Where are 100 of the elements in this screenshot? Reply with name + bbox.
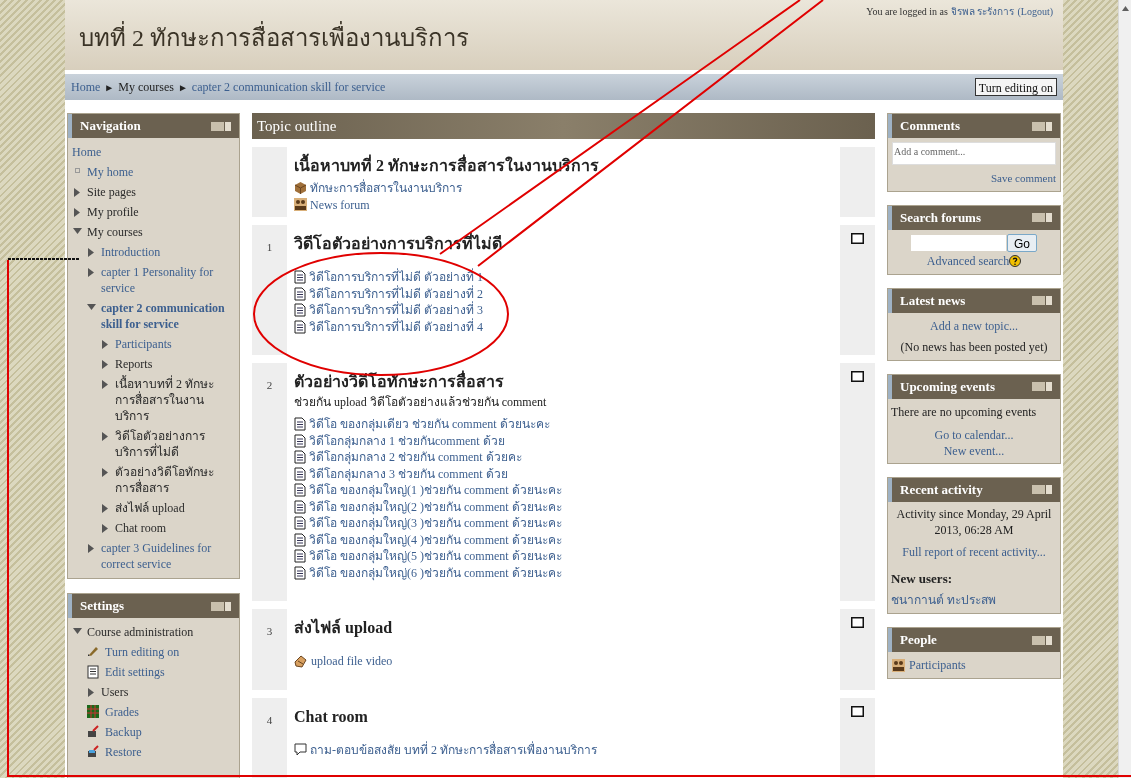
participants-link[interactable]: Participants xyxy=(909,656,966,674)
add-topic-link[interactable]: Add a new topic... xyxy=(930,316,1018,335)
box-arrow-icon xyxy=(86,745,100,758)
breadcrumb-separator: ► xyxy=(104,80,115,95)
nav-item[interactable]: My courses xyxy=(87,224,143,240)
nav-item[interactable]: Course administration xyxy=(87,624,194,640)
nav-item[interactable]: My home xyxy=(87,164,134,180)
activity-link[interactable]: วิดีโอ ของกลุ่มใหญ่(1 )ช่วยกัน comment ด้วยนะคะ xyxy=(309,482,562,499)
section-number: 2 xyxy=(266,379,273,391)
collapsed-arrow-icon[interactable] xyxy=(102,360,108,369)
event-link[interactable]: Go to calendar... xyxy=(934,426,1014,443)
nav-item[interactable]: Chat room xyxy=(115,520,166,536)
search-field[interactable] xyxy=(911,234,1006,251)
nav-item[interactable]: Grades xyxy=(105,704,139,720)
activity-link[interactable]: วิดีโอการบริการที่ไม่ดี ตัวอย่างที่ 4 xyxy=(309,318,483,335)
block-title: Comments xyxy=(900,117,960,136)
activity-link[interactable]: วิดีโอกลุ่มกลาง 3 ช่วยกัน comment ด้วย xyxy=(309,465,508,482)
activity-link[interactable]: ทักษะการสื่อสารในงานบริการ xyxy=(310,180,462,197)
nav-item[interactable]: Backup xyxy=(105,724,142,740)
block-title: Recent activity xyxy=(900,480,983,499)
box-arrow-icon xyxy=(86,725,100,738)
activity-link[interactable]: วิดีโอกลุ่มกลาง 1 ช่วยกันcomment ด้วย xyxy=(309,432,505,449)
document-icon xyxy=(294,499,306,514)
user-link[interactable]: ชนากานต์ ทะประสพ xyxy=(891,593,996,607)
activity-link[interactable]: วิดีโอการบริการที่ไม่ดี ตัวอย่างที่ 3 xyxy=(309,302,483,319)
dock-icon xyxy=(1032,485,1052,494)
breadcrumb-item[interactable]: Home xyxy=(71,78,101,96)
collapsed-arrow-icon[interactable] xyxy=(88,248,94,257)
nav-item[interactable]: Users xyxy=(101,684,129,700)
collapsed-arrow-icon[interactable] xyxy=(74,208,80,217)
bullet-icon xyxy=(74,168,80,173)
comment-field[interactable]: Add a comment... xyxy=(892,142,1056,165)
nav-item[interactable]: Edit settings xyxy=(105,664,165,680)
nav-item[interactable]: Home xyxy=(72,144,102,160)
activity-link[interactable]: วิดีโอ ของกลุ่มเดียว ช่วยกัน comment ด้วยนะคะ xyxy=(309,416,550,433)
full-report-link[interactable]: Full report of recent activity... xyxy=(902,542,1046,561)
activity-since-text: Activity since Monday, 29 April 2013, 06:28 AM xyxy=(895,505,1053,538)
nav-item[interactable]: เนื้อหาบทที่ 2 ทักษะการสื่อสารในงานบริการ xyxy=(115,376,233,424)
highlight-toggle-icon xyxy=(851,371,864,382)
section-title: ส่งไฟล์ upload xyxy=(294,617,394,639)
block-title: Upcoming events xyxy=(900,377,995,396)
activity-link[interactable]: ถาม-ตอบข้อสงสัย บทที่ 2 ทักษะการสื่อสารเพื่องานบริการ xyxy=(310,741,597,758)
advanced-search-link[interactable]: Advanced search xyxy=(926,251,1010,270)
block-title: Latest news xyxy=(900,291,966,310)
nav-item[interactable]: capter 3 Guidelines for correct service xyxy=(101,540,233,572)
activity-link[interactable]: วิดีโอการบริการที่ไม่ดี ตัวอย่างที่ 2 xyxy=(309,285,483,302)
document-icon xyxy=(294,319,306,334)
collapsed-arrow-icon[interactable] xyxy=(74,188,80,197)
no-events-text: There are no upcoming events xyxy=(891,403,1038,421)
activity-link[interactable]: วิดีโอ ของกลุ่มใหญ่(5 )ช่วยกัน comment ด้วยนะคะ xyxy=(309,548,562,565)
collapsed-arrow-icon[interactable] xyxy=(102,504,108,513)
collapsed-arrow-icon[interactable] xyxy=(102,524,108,533)
nav-item[interactable]: My profile xyxy=(87,204,139,220)
activity-link[interactable]: วิดีโอ ของกลุ่มใหญ่(4 )ช่วยกัน comment ด้วยนะคะ xyxy=(309,531,562,548)
user-link[interactable]: จิรพล ระรังการ xyxy=(950,4,1015,19)
no-news-text: (No news has been posted yet) xyxy=(900,338,1048,356)
activity-link[interactable]: วิดีโอ ของกลุ่มใหญ่(3 )ช่วยกัน comment ด้วยนะคะ xyxy=(309,515,562,532)
nav-item[interactable]: Site pages xyxy=(87,184,136,200)
logout-link[interactable]: (Logout) xyxy=(1017,4,1053,19)
activity-link[interactable]: upload file video xyxy=(311,653,393,670)
nav-item[interactable]: ส่งไฟล์ upload xyxy=(115,500,185,516)
expanded-arrow-icon[interactable] xyxy=(72,628,82,634)
nav-item[interactable]: Restore xyxy=(105,744,142,760)
expanded-arrow-icon[interactable] xyxy=(72,228,82,234)
activity-link[interactable]: วิดีโอ ของกลุ่มใหญ่(6 )ช่วยกัน comment ด้วยนะคะ xyxy=(309,564,562,581)
nav-item[interactable]: Turn editing on xyxy=(105,644,180,660)
nav-item[interactable]: capter 2 communication skill for service xyxy=(101,300,233,332)
nav-item[interactable]: Reports xyxy=(115,356,153,372)
section-number: 1 xyxy=(266,241,273,253)
collapsed-arrow-icon[interactable] xyxy=(88,688,94,697)
people-icon xyxy=(892,658,905,672)
nav-item[interactable]: Introduction xyxy=(101,244,161,260)
activity-link[interactable]: วิดีโอกลุ่มกลาง 2 ช่วยกัน comment ด้วยคะ xyxy=(309,449,522,466)
nav-item[interactable]: วิดีโอตัวอย่างการบริการที่ไม่ดี xyxy=(115,428,233,460)
collapsed-arrow-icon[interactable] xyxy=(88,544,94,553)
event-link[interactable]: New event... xyxy=(943,442,1005,459)
document-icon xyxy=(294,565,306,580)
nav-item[interactable]: Participants xyxy=(115,336,172,352)
collapsed-arrow-icon[interactable] xyxy=(102,468,108,477)
dock-icon xyxy=(1032,635,1052,645)
collapsed-arrow-icon[interactable] xyxy=(102,432,108,441)
activity-link[interactable]: News forum xyxy=(310,196,370,213)
collapsed-arrow-icon[interactable] xyxy=(102,340,108,349)
topic-outline-title: Topic outline xyxy=(257,116,337,136)
dock-icon xyxy=(1032,382,1052,391)
scrollbar[interactable] xyxy=(1118,0,1131,778)
speech-bubble-icon xyxy=(294,743,307,757)
nav-item[interactable]: ตัวอย่างวิดีโอทักษะการสื่อสาร xyxy=(115,464,233,496)
collapsed-arrow-icon[interactable] xyxy=(102,380,108,389)
pencil-icon xyxy=(87,645,99,657)
expanded-arrow-icon[interactable] xyxy=(86,304,96,310)
breadcrumb-separator: ► xyxy=(177,80,188,95)
scroll-up-arrow-icon xyxy=(1121,6,1129,11)
activity-link[interactable]: วิดีโอ ของกลุ่มใหญ่(2 )ช่วยกัน comment ด้วยนะคะ xyxy=(309,498,562,515)
breadcrumb-item[interactable]: capter 2 communication skill for service xyxy=(191,78,386,96)
go-button[interactable]: Go xyxy=(1007,233,1037,252)
help-icon xyxy=(1009,254,1022,267)
collapsed-arrow-icon[interactable] xyxy=(88,268,94,277)
save-comment-link[interactable]: Save comment xyxy=(990,170,1056,187)
turn-editing-on-button[interactable]: Turn editing on xyxy=(974,78,1057,96)
